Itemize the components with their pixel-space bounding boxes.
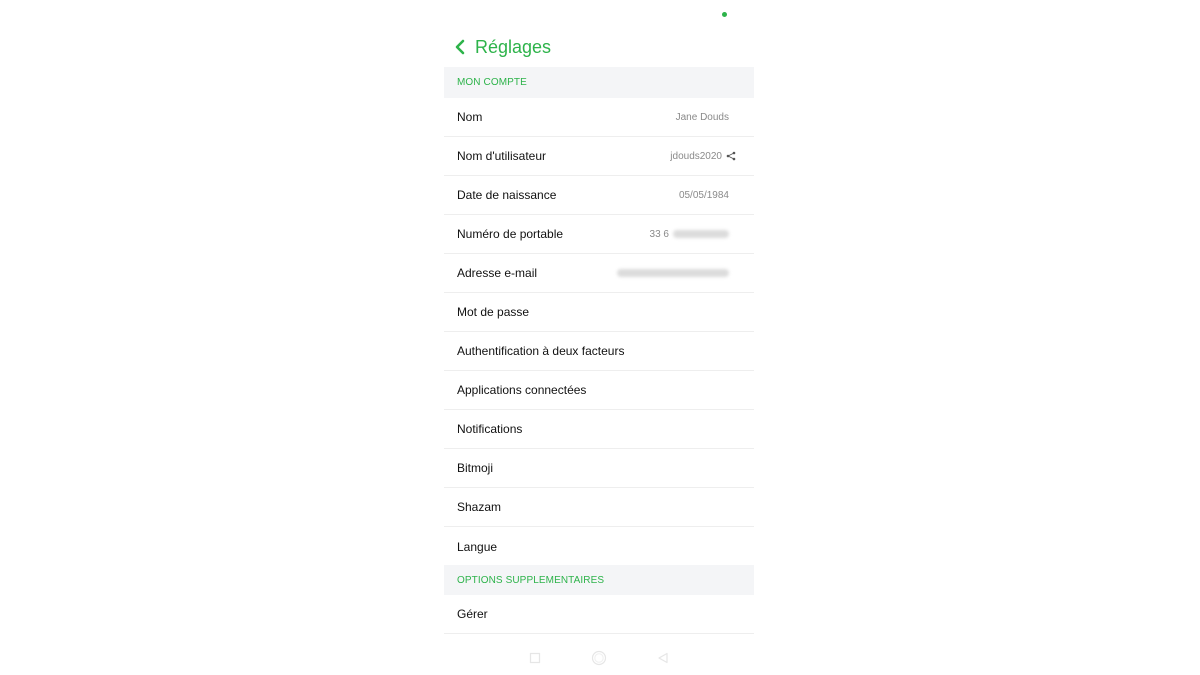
row-password[interactable]: Mot de passe xyxy=(444,293,754,332)
section-header-options: OPTIONS SUPPLEMENTAIRES xyxy=(444,565,754,595)
back-button[interactable] xyxy=(445,30,475,64)
row-value xyxy=(617,269,729,277)
row-email[interactable]: Adresse e-mail xyxy=(444,254,754,293)
row-notifications[interactable]: Notifications xyxy=(444,410,754,449)
blurred-email xyxy=(617,269,729,277)
row-label: Gérer xyxy=(457,607,488,621)
row-birthdate[interactable]: Date de naissance 05/05/1984 xyxy=(444,176,754,215)
status-indicator xyxy=(722,12,727,17)
row-label: Date de naissance xyxy=(457,188,557,202)
page-title: Réglages xyxy=(475,36,552,57)
row-nom[interactable]: Nom Jane Douds xyxy=(444,98,754,137)
row-phone[interactable]: Numéro de portable 33 6 xyxy=(444,215,754,254)
section-title: MON COMPTE xyxy=(457,77,527,88)
square-icon xyxy=(529,652,541,664)
row-connected-apps[interactable]: Applications connectées xyxy=(444,371,754,410)
row-label: Notifications xyxy=(457,422,523,436)
row-label: Numéro de portable xyxy=(457,227,564,241)
circle-icon xyxy=(591,650,607,666)
blurred-phone-digits xyxy=(673,230,729,238)
phone-value: 33 6 xyxy=(649,228,669,240)
row-label: Mot de passe xyxy=(457,305,530,319)
username-value: jdouds2020 xyxy=(670,150,722,162)
row-shazam[interactable]: Shazam xyxy=(444,488,754,527)
row-language[interactable]: Langue xyxy=(444,527,754,566)
home-button[interactable] xyxy=(589,648,609,668)
row-username[interactable]: Nom d'utilisateur jdouds2020 xyxy=(444,137,754,176)
row-label: Applications connectées xyxy=(457,383,587,397)
row-value: jdouds2020 xyxy=(670,151,736,162)
row-manage[interactable]: Gérer xyxy=(444,595,754,634)
system-nav-bar xyxy=(444,645,754,671)
row-label: Nom xyxy=(457,110,483,124)
row-label: Authentification à deux facteurs xyxy=(457,344,625,358)
triangle-back-icon xyxy=(658,652,668,664)
row-two-factor[interactable]: Authentification à deux facteurs xyxy=(444,332,754,371)
row-label: Nom d'utilisateur xyxy=(457,149,546,163)
row-value: 05/05/1984 xyxy=(679,190,729,201)
row-label: Shazam xyxy=(457,500,502,514)
chevron-left-icon xyxy=(455,39,465,55)
name-value: Jane Douds xyxy=(675,111,729,123)
row-label: Langue xyxy=(457,539,498,554)
section-title: OPTIONS SUPPLEMENTAIRES xyxy=(457,574,605,586)
birthdate-value: 05/05/1984 xyxy=(678,189,729,201)
section-header-mon-compte: MON COMPTE xyxy=(444,67,754,98)
row-value: 33 6 xyxy=(650,229,729,240)
recents-button[interactable] xyxy=(525,648,545,668)
settings-screen: Réglages MON COMPTE Nom Jane Douds Nom d… xyxy=(444,0,754,675)
share-icon[interactable] xyxy=(726,151,736,161)
system-back-button[interactable] xyxy=(653,648,673,668)
row-value: Jane Douds xyxy=(676,112,729,123)
row-label: Bitmoji xyxy=(457,461,494,475)
row-label: Adresse e-mail xyxy=(457,266,538,280)
header: Réglages xyxy=(444,30,754,64)
row-bitmoji[interactable]: Bitmoji xyxy=(444,449,754,488)
